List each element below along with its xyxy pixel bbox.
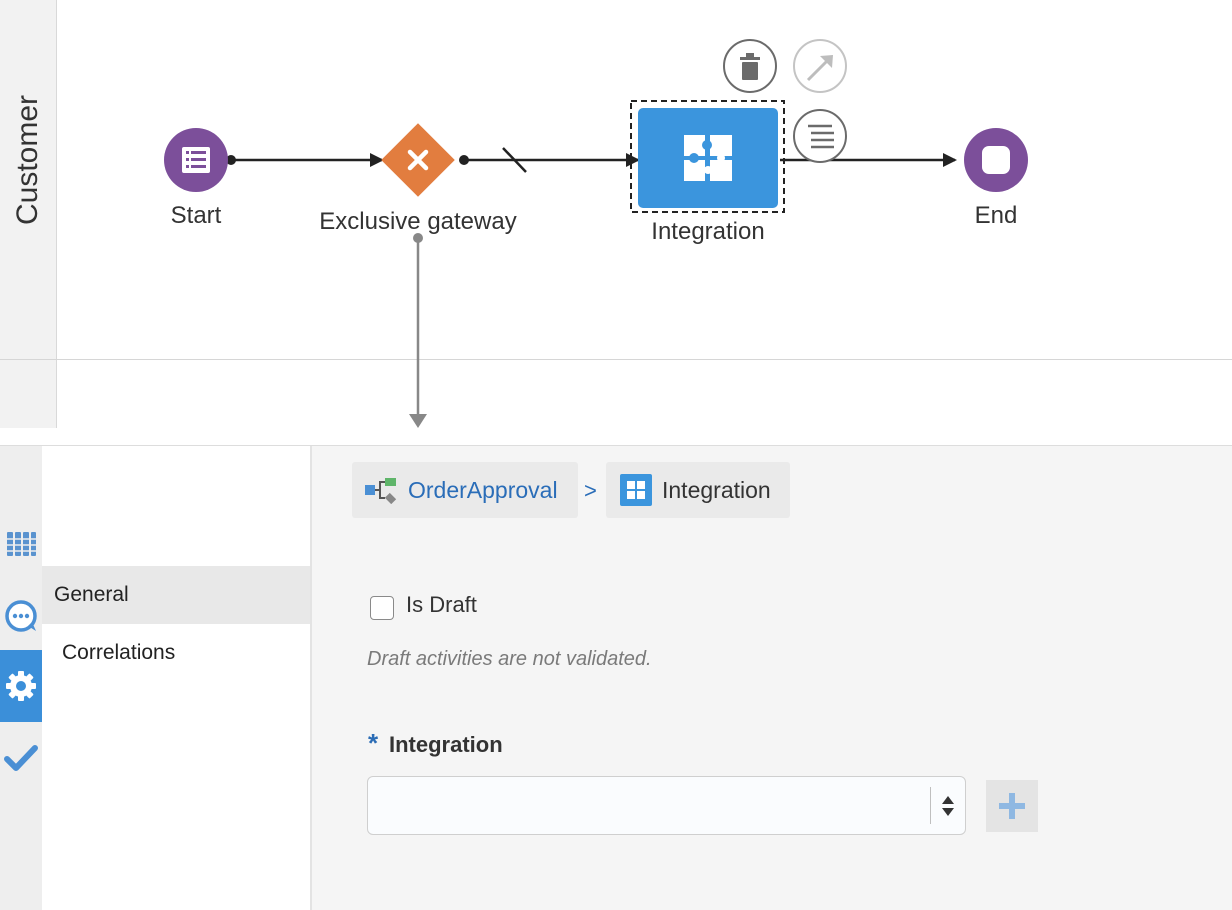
exclusive-gateway[interactable] — [381, 123, 455, 197]
nav-item-correlations[interactable]: Correlations — [42, 624, 310, 682]
chat-icon — [5, 600, 37, 632]
integration-task-label: Integration — [651, 218, 765, 245]
end-event-label: End — [974, 202, 1018, 229]
select-divider — [930, 787, 931, 824]
end-event[interactable] — [964, 128, 1028, 192]
is-draft-checkbox[interactable] — [370, 596, 394, 620]
sort-arrows-icon — [942, 796, 954, 816]
check-icon — [4, 745, 38, 771]
stop-icon — [982, 146, 1010, 174]
add-integration-button[interactable] — [986, 780, 1038, 832]
integration-task[interactable] — [630, 100, 785, 213]
flow-gateway-down[interactable] — [409, 233, 427, 428]
nav-item-label: Correlations — [62, 641, 176, 664]
plus-icon — [999, 793, 1025, 819]
integration-small-icon — [620, 474, 652, 506]
properties-nav: General Correlations — [42, 446, 312, 910]
form-list-icon — [182, 147, 210, 173]
connect-action-button[interactable] — [793, 39, 847, 93]
process-icon — [365, 478, 397, 504]
properties-content: OrderApproval > Integration Is Draft Dra… — [312, 446, 1232, 910]
is-draft-label[interactable]: Is Draft — [406, 592, 477, 618]
start-event[interactable] — [164, 128, 228, 192]
properties-toolbar — [0, 446, 42, 910]
settings-button[interactable] — [0, 650, 42, 722]
grid-button[interactable] — [0, 508, 42, 580]
nav-item-label: General — [54, 583, 129, 606]
trash-icon — [740, 53, 760, 80]
chat-button[interactable] — [0, 580, 42, 652]
start-event-label: Start — [170, 202, 222, 229]
validate-button[interactable] — [0, 722, 42, 794]
breadcrumb-process[interactable]: OrderApproval — [352, 462, 578, 518]
grid-icon — [6, 532, 36, 556]
breadcrumb-current: Integration — [606, 462, 790, 518]
required-marker: * — [368, 728, 379, 758]
canvas-bottom-edge — [0, 428, 1232, 446]
draft-help-text: Draft activities are not validated. — [367, 648, 652, 670]
flow-start-to-gateway[interactable] — [226, 153, 384, 167]
breadcrumb-process-link[interactable]: OrderApproval — [408, 477, 558, 504]
integration-field-label: Integration — [389, 732, 503, 757]
flow-gateway-to-integration[interactable] — [459, 147, 640, 173]
nav-item-general[interactable]: General — [42, 566, 310, 624]
gear-icon — [6, 671, 36, 701]
breadcrumb-current-label: Integration — [662, 476, 771, 503]
integration-select[interactable] — [367, 776, 966, 835]
delete-action-button[interactable] — [723, 39, 777, 93]
gateway-label: Exclusive gateway — [319, 208, 517, 235]
breadcrumb-separator: > — [584, 478, 597, 503]
properties-action-button[interactable] — [793, 109, 847, 163]
